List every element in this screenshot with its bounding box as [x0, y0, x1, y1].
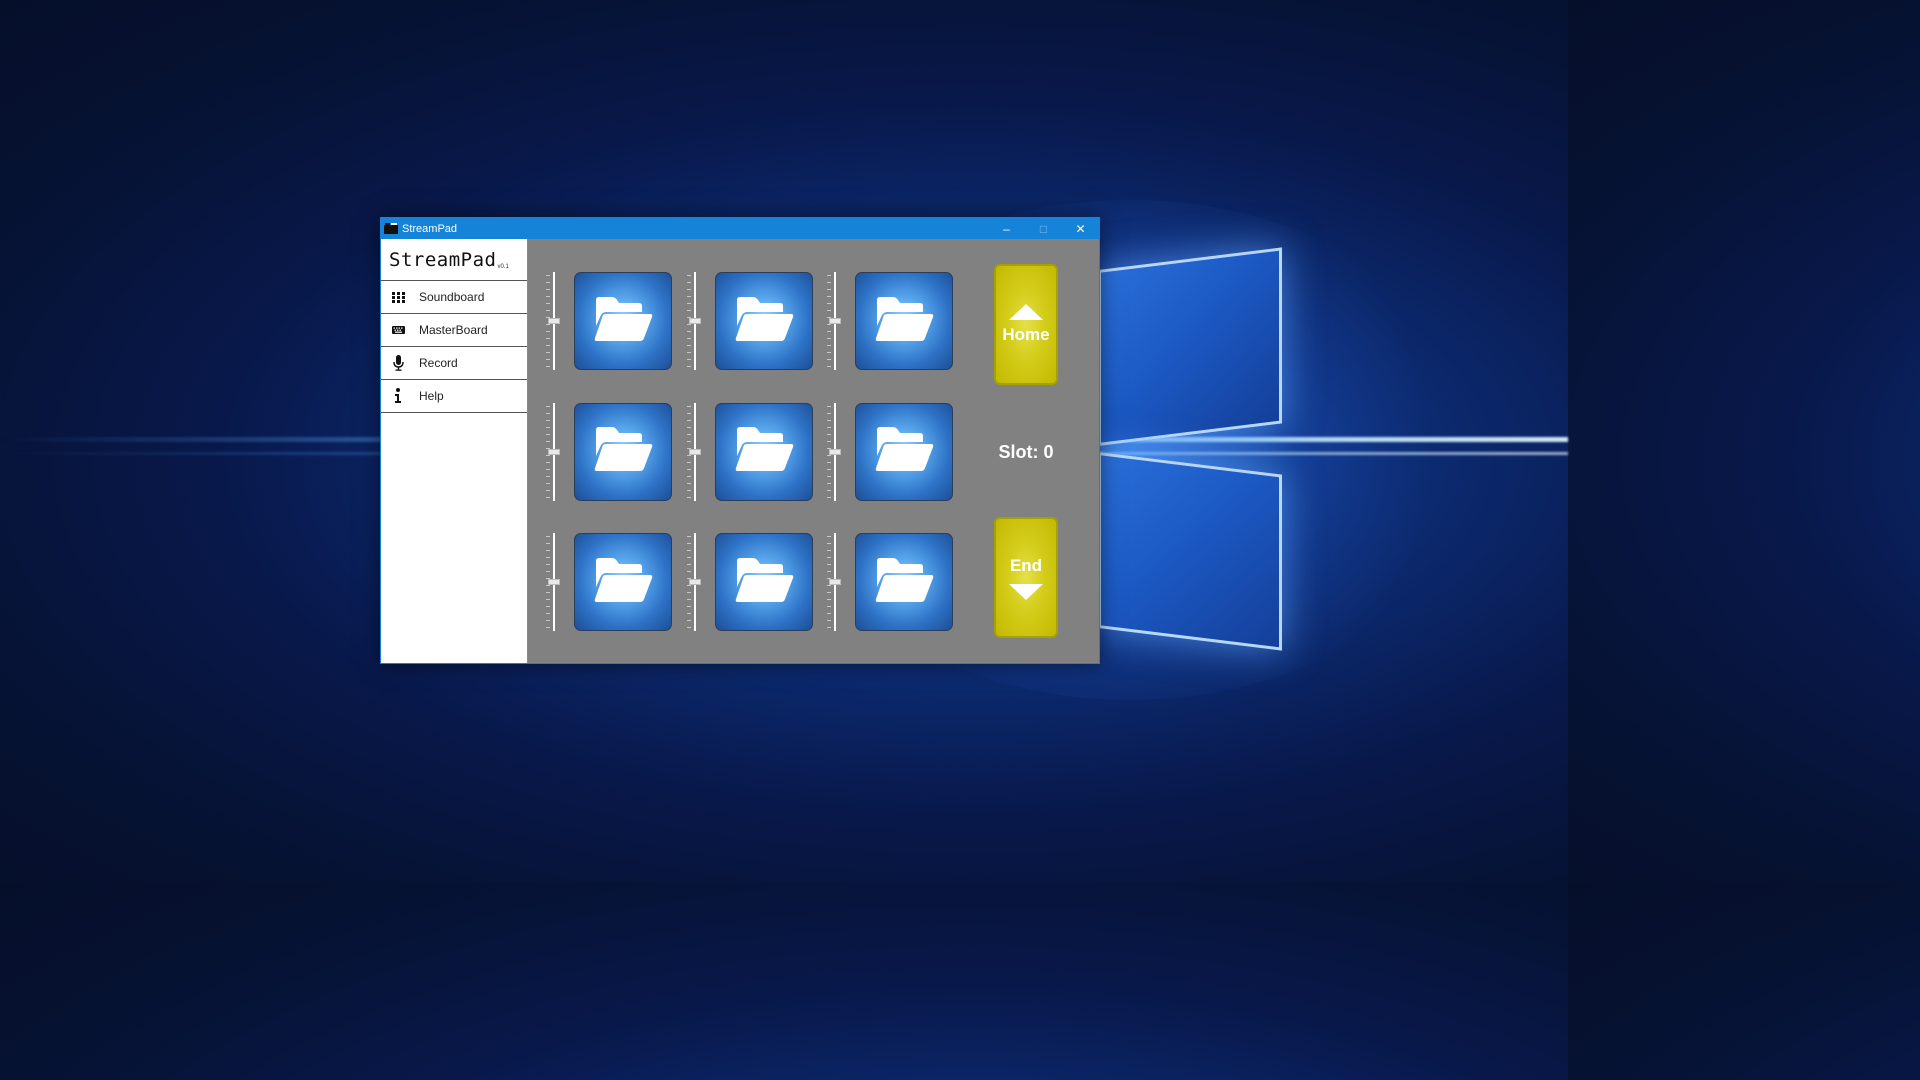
grid-icon [388, 292, 408, 303]
slider-thumb[interactable] [689, 579, 701, 585]
folder-open-icon [733, 557, 795, 608]
info-icon [388, 388, 408, 404]
volume-slider[interactable] [823, 272, 845, 370]
version-label: v0.1 [497, 264, 508, 270]
folder-open-icon [592, 296, 654, 347]
slider-thumb[interactable] [548, 579, 560, 585]
sound-pad-button[interactable] [715, 272, 813, 370]
end-label: End [1010, 556, 1042, 576]
sound-slot [532, 272, 677, 372]
folder-open-icon [873, 426, 935, 477]
title-bar[interactable]: StreamPad – □ ✕ [381, 218, 1099, 239]
volume-slider[interactable] [823, 533, 845, 631]
maximize-button[interactable]: □ [1025, 218, 1062, 239]
sidebar-item-label: MasterBoard [419, 323, 488, 337]
sound-slot [813, 403, 958, 503]
slot-indicator: Slot: 0 [981, 442, 1071, 463]
logo-text: StreamPad [389, 249, 496, 271]
home-button[interactable]: Home [994, 264, 1058, 385]
sidebar-item-record[interactable]: Record [381, 347, 527, 380]
keyboard-icon [388, 326, 408, 334]
slider-thumb[interactable] [829, 318, 841, 324]
sidebar-item-label: Record [419, 356, 458, 370]
volume-slider[interactable] [542, 403, 564, 501]
volume-slider[interactable] [542, 272, 564, 370]
sidebar-item-soundboard[interactable]: Soundboard [381, 281, 527, 314]
sound-pad-button[interactable] [715, 533, 813, 631]
sound-slot [532, 533, 677, 633]
sound-slot [673, 403, 818, 503]
app-icon [384, 223, 398, 234]
slider-thumb[interactable] [548, 318, 560, 324]
home-label: Home [1002, 325, 1049, 345]
folder-open-icon [592, 557, 654, 608]
sidebar-item-help[interactable]: Help [381, 380, 527, 413]
folder-open-icon [733, 426, 795, 477]
sidebar-item-label: Soundboard [419, 290, 484, 304]
slider-thumb[interactable] [689, 318, 701, 324]
folder-open-icon [873, 296, 935, 347]
minimize-button[interactable]: – [988, 218, 1025, 239]
sound-slot [813, 533, 958, 633]
sound-pad-button[interactable] [855, 272, 953, 370]
sound-pad-button[interactable] [574, 272, 672, 370]
window-title: StreamPad [402, 223, 988, 235]
sound-slot [532, 403, 677, 503]
sidebar-item-masterboard[interactable]: MasterBoard [381, 314, 527, 347]
folder-open-icon [733, 296, 795, 347]
slider-thumb[interactable] [548, 449, 560, 455]
app-logo: StreamPad v0.1 [381, 239, 527, 281]
volume-slider[interactable] [683, 403, 705, 501]
soundboard-area: Home Slot: 0 End [528, 239, 1099, 663]
sidebar-item-label: Help [419, 389, 444, 403]
sound-slot [673, 533, 818, 633]
end-button[interactable]: End [994, 517, 1058, 638]
folder-open-icon [873, 557, 935, 608]
sound-pad-button[interactable] [855, 403, 953, 501]
slider-thumb[interactable] [829, 579, 841, 585]
sound-slot [813, 272, 958, 372]
microphone-icon [388, 355, 408, 371]
sound-pad-button[interactable] [715, 403, 813, 501]
volume-slider[interactable] [823, 403, 845, 501]
sound-pad-button[interactable] [855, 533, 953, 631]
sound-pad-button[interactable] [574, 403, 672, 501]
volume-slider[interactable] [542, 533, 564, 631]
arrow-down-icon [1009, 584, 1043, 600]
close-button[interactable]: ✕ [1062, 218, 1099, 239]
slider-thumb[interactable] [829, 449, 841, 455]
volume-slider[interactable] [683, 272, 705, 370]
sidebar: StreamPad v0.1 Soundboard [381, 239, 528, 663]
arrow-up-icon [1009, 304, 1043, 320]
volume-slider[interactable] [683, 533, 705, 631]
streampad-window: StreamPad – □ ✕ StreamPad v0.1 Soundboar… [380, 217, 1100, 664]
folder-open-icon [592, 426, 654, 477]
sound-pad-button[interactable] [574, 533, 672, 631]
slider-thumb[interactable] [689, 449, 701, 455]
sound-slot [673, 272, 818, 372]
